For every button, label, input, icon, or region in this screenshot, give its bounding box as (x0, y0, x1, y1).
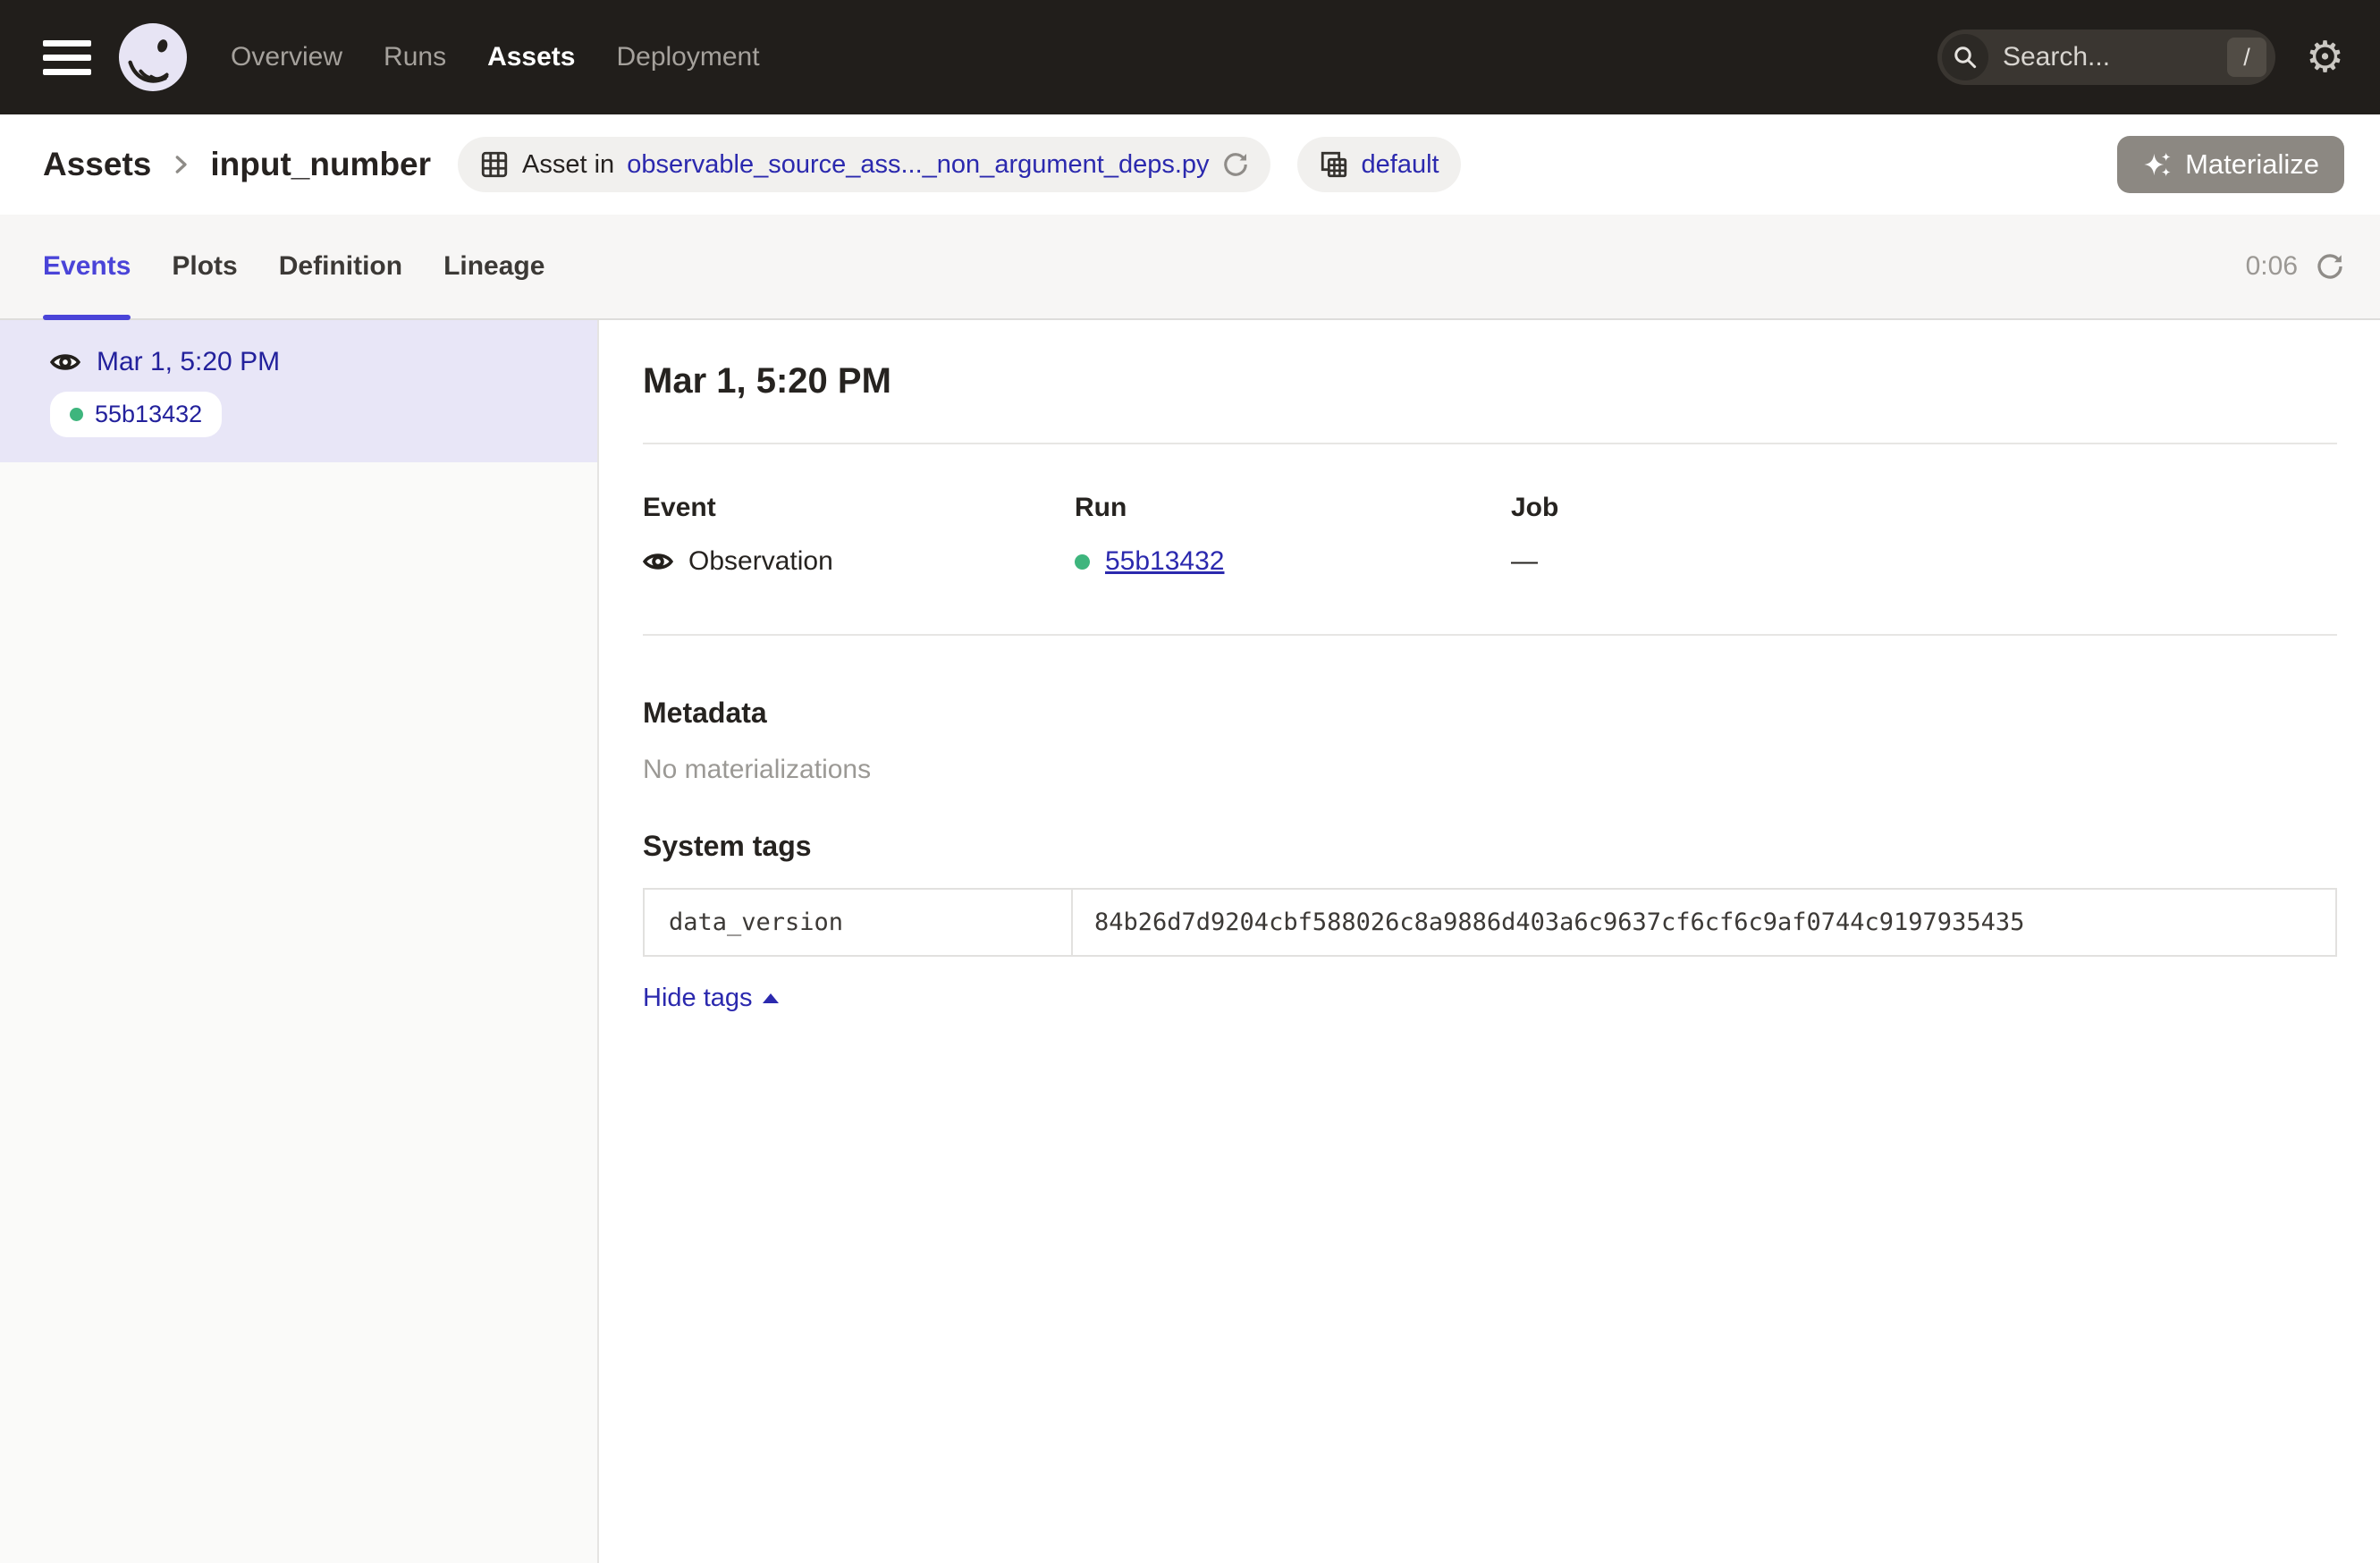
tab-events[interactable]: Events (43, 215, 131, 318)
breadcrumb-chevron-icon (167, 151, 194, 178)
top-nav-right: / ⚙ (1937, 30, 2344, 85)
event-detail-title: Mar 1, 5:20 PM (643, 361, 2337, 401)
nav-item-runs[interactable]: Runs (384, 42, 446, 72)
asset-in-label: Asset in (522, 150, 614, 180)
metadata-heading: Metadata (643, 697, 2337, 730)
top-nav: Overview Runs Assets Deployment / ⚙ (0, 0, 2380, 114)
event-list-sidebar: Mar 1, 5:20 PM 55b13432 (0, 320, 599, 1563)
dagster-logo-icon[interactable] (118, 22, 188, 92)
refresh-timer: 0:06 (2246, 251, 2344, 282)
eye-icon (50, 347, 80, 377)
primary-nav: Overview Runs Assets Deployment (231, 42, 760, 72)
search-shortcut-key: / (2227, 38, 2266, 77)
asset-group-pill: default (1297, 137, 1461, 192)
asset-tabs: Events Plots Definition Lineage 0:06 (0, 215, 2380, 320)
asset-definition-pill: Asset in observable_source_ass..._non_ar… (458, 137, 1270, 192)
job-column: Job — (1511, 493, 1943, 577)
sparkle-icon (2142, 149, 2173, 180)
tag-key-cell: data_version (645, 890, 1073, 955)
run-status-dot (1075, 554, 1090, 570)
event-run-badge: 55b13432 (50, 392, 222, 437)
asset-header: Assets input_number Asset in observable_… (0, 114, 2380, 215)
page-title-asset-name: input_number (210, 146, 431, 183)
search-icon (1942, 34, 1988, 80)
refresh-countdown: 0:06 (2246, 251, 2298, 282)
job-empty-value: — (1511, 546, 1538, 577)
nav-item-deployment[interactable]: Deployment (616, 42, 759, 72)
menu-icon[interactable] (43, 40, 91, 75)
tab-lineage[interactable]: Lineage (443, 215, 544, 318)
event-run-id: 55b13432 (95, 401, 202, 428)
dagster-app: Overview Runs Assets Deployment / ⚙ Asse… (0, 0, 2380, 1563)
nav-item-assets[interactable]: Assets (487, 42, 575, 72)
breadcrumb-assets[interactable]: Assets (43, 146, 151, 183)
event-info-grid: Event Observation Run (643, 493, 2337, 577)
divider (643, 634, 2337, 636)
event-detail-panel: Mar 1, 5:20 PM Event Observation (599, 320, 2380, 1563)
asset-table-icon (479, 149, 510, 180)
run-id-link[interactable]: 55b13432 (1105, 546, 1224, 577)
hide-tags-label: Hide tags (643, 984, 753, 1013)
tag-value-cell: 84b26d7d9204cbf588026c8a9886d403a6c9637c… (1073, 890, 2335, 955)
asset-group-icon (1319, 149, 1349, 180)
tab-definition[interactable]: Definition (279, 215, 402, 318)
event-timestamp: Mar 1, 5:20 PM (97, 347, 280, 377)
event-type-value: Observation (688, 546, 833, 577)
search-box[interactable]: / (1937, 30, 2275, 85)
divider (643, 443, 2337, 444)
system-tags-table: data_version 84b26d7d9204cbf588026c8a988… (643, 888, 2337, 957)
event-column: Event Observation (643, 493, 1075, 577)
run-status-dot (70, 408, 83, 421)
refresh-icon[interactable] (2316, 252, 2344, 281)
hide-tags-link[interactable]: Hide tags (643, 984, 779, 1013)
nav-item-overview[interactable]: Overview (231, 42, 342, 72)
event-column-label: Event (643, 493, 1075, 523)
caret-up-icon (763, 993, 779, 1003)
run-column: Run 55b13432 (1075, 493, 1511, 577)
materialize-label: Materialize (2185, 148, 2319, 181)
run-column-label: Run (1075, 493, 1511, 523)
asset-group-link[interactable]: default (1362, 150, 1439, 180)
gear-icon[interactable]: ⚙ (2306, 36, 2344, 79)
tab-plots[interactable]: Plots (172, 215, 237, 318)
system-tags-heading: System tags (643, 830, 2337, 863)
search-input[interactable] (2003, 42, 2227, 72)
content-area: Mar 1, 5:20 PM 55b13432 Mar 1, 5:20 PM E… (0, 320, 2380, 1563)
asset-definition-link[interactable]: observable_source_ass..._non_argument_de… (627, 150, 1209, 180)
event-list-item-selected[interactable]: Mar 1, 5:20 PM 55b13432 (0, 320, 597, 462)
materialize-button[interactable]: Materialize (2117, 136, 2344, 193)
reload-definition-icon[interactable] (1222, 151, 1249, 178)
eye-icon (643, 546, 673, 577)
job-column-label: Job (1511, 493, 1943, 523)
metadata-empty-text: No materializations (643, 755, 2337, 785)
